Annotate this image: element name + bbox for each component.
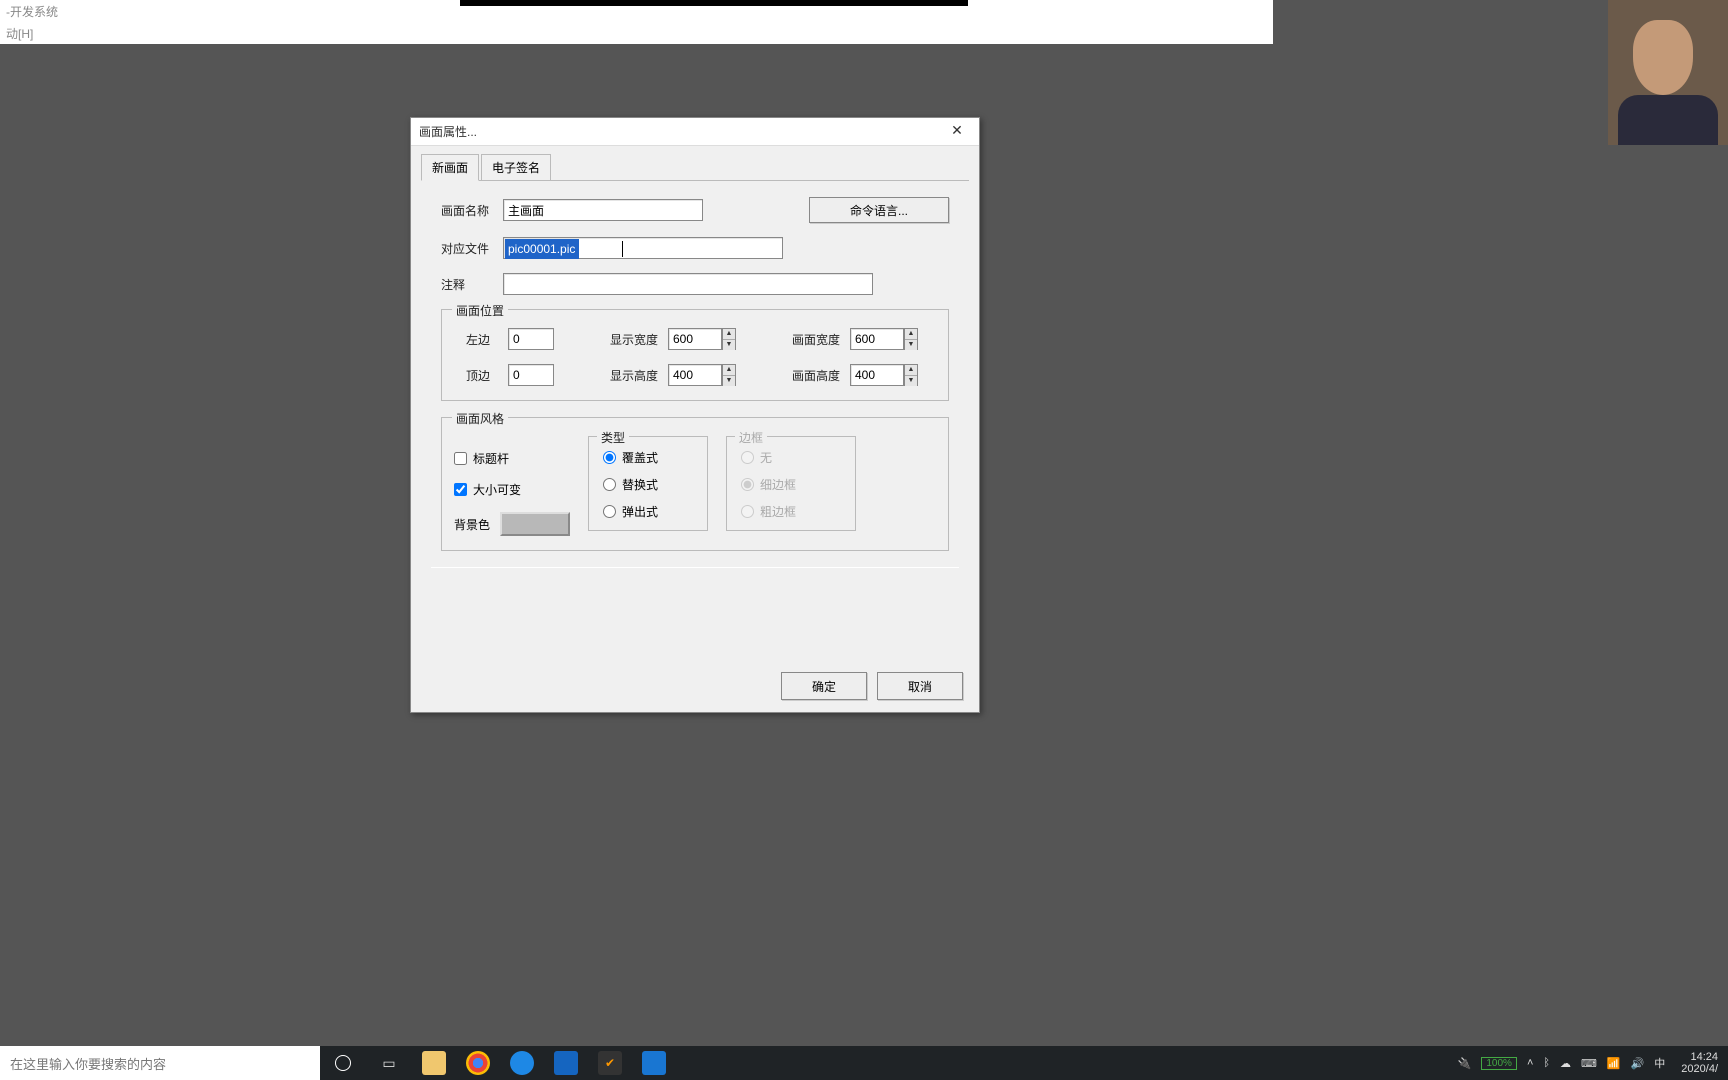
- ok-button[interactable]: 确定: [781, 672, 867, 700]
- titlebar-checkbox-label: 标题杆: [473, 450, 509, 467]
- resizable-checkbox[interactable]: 大小可变: [454, 481, 570, 498]
- display-width-input[interactable]: [668, 328, 722, 350]
- radio-border-none: 无: [741, 449, 841, 466]
- spin-up-icon[interactable]: ▲: [723, 329, 735, 340]
- volume-icon[interactable]: 🔊: [1631, 1057, 1645, 1070]
- label-screen-w: 画面宽度: [788, 331, 844, 348]
- tray-chevron-icon[interactable]: ˄: [1527, 1057, 1533, 1069]
- file-input[interactable]: pic00001.pic: [503, 237, 783, 259]
- bgcolor-swatch[interactable]: [500, 512, 570, 536]
- system-tray: 🔌 100% ˄ ᛒ ☁ ⌨ 📶 🔊 中 14:24 2020/4/: [1458, 1051, 1728, 1075]
- taskbar-app-blue1[interactable]: [500, 1046, 544, 1080]
- bgcolor-label: 背景色: [454, 516, 490, 533]
- radio-popup[interactable]: 弹出式: [603, 503, 693, 520]
- screen-width-stepper[interactable]: ▲▼: [850, 328, 918, 350]
- spin-down-icon[interactable]: ▼: [905, 376, 917, 386]
- tab-new-screen[interactable]: 新画面: [421, 154, 479, 181]
- resizable-checkbox-label: 大小可变: [473, 481, 521, 498]
- cancel-button[interactable]: 取消: [877, 672, 963, 700]
- spin-up-icon[interactable]: ▲: [905, 365, 917, 376]
- wifi-icon[interactable]: 📶: [1607, 1057, 1621, 1070]
- titlebar-checkbox-input[interactable]: [454, 452, 467, 465]
- style-legend: 画面风格: [452, 410, 508, 427]
- label-screen-h: 画面高度: [788, 367, 844, 384]
- display-width-stepper[interactable]: ▲▼: [668, 328, 736, 350]
- screen-width-input[interactable]: [850, 328, 904, 350]
- style-fieldset: 画面风格 标题杆 大小可变 背景色: [441, 417, 949, 551]
- resizable-checkbox-input[interactable]: [454, 483, 467, 496]
- spin-down-icon[interactable]: ▼: [723, 340, 735, 350]
- radio-replace[interactable]: 替换式: [603, 476, 693, 493]
- taskbar: 在这里输入你要搜索的内容 ▭ ✔ 🔌 100% ˄ ᛒ ☁ ⌨ 📶 🔊 中 14…: [0, 1046, 1728, 1080]
- clock-date: 2020/4/: [1681, 1063, 1718, 1075]
- label-disp-w: 显示宽度: [606, 331, 662, 348]
- comment-input[interactable]: [503, 273, 873, 295]
- clock-time: 14:24: [1681, 1051, 1718, 1063]
- clock[interactable]: 14:24 2020/4/: [1675, 1051, 1724, 1075]
- label-disp-h: 显示高度: [606, 367, 662, 384]
- screen-height-input[interactable]: [850, 364, 904, 386]
- screen-name-input[interactable]: [503, 199, 703, 221]
- taskbar-app-blue2[interactable]: [544, 1046, 588, 1080]
- divider: [431, 567, 959, 568]
- bluetooth-icon[interactable]: ᛒ: [1543, 1057, 1550, 1069]
- screen-height-stepper[interactable]: ▲▼: [850, 364, 918, 386]
- menu-item[interactable]: 动[H]: [0, 22, 1273, 44]
- battery-status[interactable]: 100%: [1481, 1057, 1517, 1070]
- border-fieldset: 边框 无 细边框 粗边框: [726, 436, 856, 531]
- taskbar-app-explorer[interactable]: [412, 1046, 456, 1080]
- label-file: 对应文件: [441, 240, 503, 257]
- spin-down-icon[interactable]: ▼: [723, 376, 735, 386]
- file-input-value: pic00001.pic: [504, 238, 782, 260]
- screen-properties-dialog: 画面属性... ✕ 新画面 电子签名 画面名称 命令语言... 对应文件 pic…: [410, 117, 980, 713]
- spin-up-icon[interactable]: ▲: [723, 365, 735, 376]
- cloud-icon[interactable]: ☁: [1560, 1057, 1571, 1070]
- cortana-icon[interactable]: [320, 1046, 366, 1080]
- label-left: 左边: [454, 331, 502, 348]
- top-input[interactable]: [508, 364, 554, 386]
- spin-down-icon[interactable]: ▼: [905, 340, 917, 350]
- taskbar-app-doc[interactable]: [632, 1046, 676, 1080]
- top-bar: [460, 0, 968, 6]
- task-view-icon[interactable]: ▭: [366, 1046, 412, 1080]
- radio-cover[interactable]: 覆盖式: [603, 449, 693, 466]
- border-legend: 边框: [735, 429, 767, 446]
- dialog-titlebar[interactable]: 画面属性... ✕: [411, 118, 979, 146]
- titlebar-checkbox[interactable]: 标题杆: [454, 450, 570, 467]
- display-height-input[interactable]: [668, 364, 722, 386]
- left-input[interactable]: [508, 328, 554, 350]
- tab-esign[interactable]: 电子签名: [481, 154, 551, 180]
- ime-indicator[interactable]: 中: [1654, 1055, 1665, 1071]
- dialog-title: 画面属性...: [419, 123, 943, 140]
- spin-up-icon[interactable]: ▲: [905, 329, 917, 340]
- type-fieldset: 类型 覆盖式 替换式 弹出式: [588, 436, 708, 531]
- taskbar-app-orange[interactable]: ✔: [588, 1046, 632, 1080]
- close-icon[interactable]: ✕: [943, 122, 971, 142]
- label-comment: 注释: [441, 276, 503, 293]
- label-screen-name: 画面名称: [441, 202, 503, 219]
- radio-border-thin: 细边框: [741, 476, 841, 493]
- command-language-button[interactable]: 命令语言...: [809, 197, 949, 223]
- display-height-stepper[interactable]: ▲▼: [668, 364, 736, 386]
- keyboard-icon[interactable]: ⌨: [1581, 1057, 1597, 1070]
- webcam-overlay: [1608, 0, 1728, 145]
- position-fieldset: 画面位置 左边 显示宽度 ▲▼ 画面宽度 ▲▼ 顶边 显示: [441, 309, 949, 401]
- position-legend: 画面位置: [452, 302, 508, 319]
- label-top: 顶边: [454, 367, 502, 384]
- radio-border-thick: 粗边框: [741, 503, 841, 520]
- taskbar-search-input[interactable]: 在这里输入你要搜索的内容: [0, 1046, 320, 1080]
- type-legend: 类型: [597, 429, 629, 446]
- power-icon[interactable]: 🔌: [1458, 1057, 1472, 1070]
- taskbar-app-chrome[interactable]: [456, 1046, 500, 1080]
